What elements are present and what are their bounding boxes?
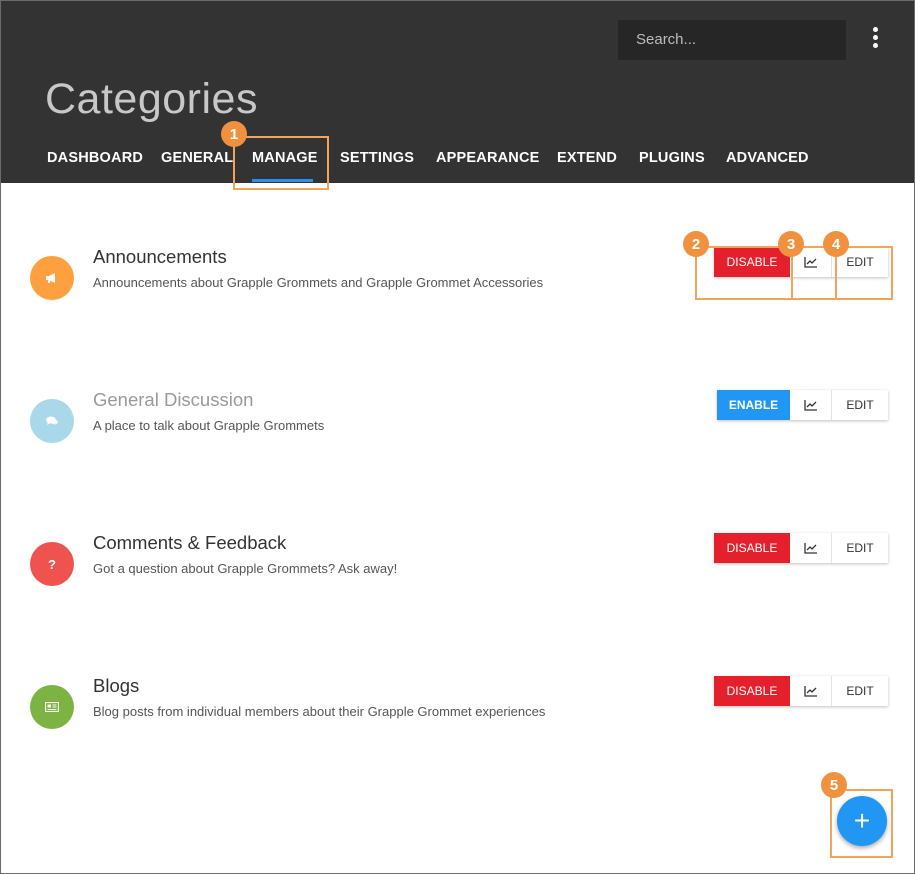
newspaper-icon xyxy=(30,685,74,729)
callout-badge-5: 5 xyxy=(821,772,847,798)
category-title: Blogs xyxy=(93,675,140,696)
more-options-icon[interactable] xyxy=(867,27,885,53)
tab-dashboard[interactable]: DASHBOARD xyxy=(47,150,143,166)
page-title: Categories xyxy=(45,75,258,123)
search-input[interactable]: Search... xyxy=(618,20,846,60)
tab-extend[interactable]: EXTEND xyxy=(557,150,617,166)
category-title: Comments & Feedback xyxy=(93,532,287,553)
question-mark-icon: ? xyxy=(30,542,74,586)
tab-plugins[interactable]: PLUGINS xyxy=(639,150,705,166)
category-title: Announcements xyxy=(93,246,227,267)
search-placeholder: Search... xyxy=(636,31,697,48)
category-actions: ENABLE EDIT xyxy=(717,390,888,420)
edit-button[interactable]: EDIT xyxy=(832,390,888,420)
tab-settings[interactable]: SETTINGS xyxy=(340,150,414,166)
stats-button[interactable] xyxy=(790,676,832,706)
callout-badge-4: 4 xyxy=(823,231,849,257)
app-frame: Search... Categories DASHBOARD GENERAL M… xyxy=(0,0,915,874)
callout-box-5 xyxy=(830,789,893,858)
category-actions: DISABLE EDIT xyxy=(714,533,888,563)
category-description: Blog posts from individual members about… xyxy=(93,704,546,719)
tab-appearance[interactable]: APPEARANCE xyxy=(436,150,540,166)
tab-bar: DASHBOARD GENERAL MANAGE SETTINGS APPEAR… xyxy=(1,141,914,183)
chat-bubbles-icon xyxy=(30,399,74,443)
category-row: Blogs Blog posts from individual members… xyxy=(1,675,914,775)
tab-general[interactable]: GENERAL xyxy=(161,150,233,166)
callout-badge-3: 3 xyxy=(778,231,804,257)
category-description: Announcements about Grapple Grommets and… xyxy=(93,275,544,290)
line-chart-icon xyxy=(803,400,817,411)
enable-button[interactable]: ENABLE xyxy=(717,390,790,420)
line-chart-icon xyxy=(803,543,817,554)
callout-badge-2: 2 xyxy=(683,231,709,257)
disable-button[interactable]: DISABLE xyxy=(714,533,790,563)
edit-button[interactable]: EDIT xyxy=(832,533,888,563)
callout-box-1 xyxy=(233,136,329,190)
edit-button[interactable]: EDIT xyxy=(832,676,888,706)
disable-button[interactable]: DISABLE xyxy=(714,676,790,706)
category-title: General Discussion xyxy=(93,389,254,410)
callout-badge-1: 1 xyxy=(221,121,247,147)
megaphone-icon xyxy=(30,256,74,300)
category-row: ? Comments & Feedback Got a question abo… xyxy=(1,532,914,632)
category-row: General Discussion A place to talk about… xyxy=(1,389,914,489)
category-actions: DISABLE EDIT xyxy=(714,676,888,706)
tab-advanced[interactable]: ADVANCED xyxy=(726,150,809,166)
category-description: Got a question about Grapple Grommets? A… xyxy=(93,561,398,576)
line-chart-icon xyxy=(803,686,817,697)
header: Search... Categories DASHBOARD GENERAL M… xyxy=(1,1,914,183)
stats-button[interactable] xyxy=(790,390,832,420)
stats-button[interactable] xyxy=(790,533,832,563)
callout-box-2 xyxy=(695,246,793,300)
category-description: A place to talk about Grapple Grommets xyxy=(93,418,325,433)
